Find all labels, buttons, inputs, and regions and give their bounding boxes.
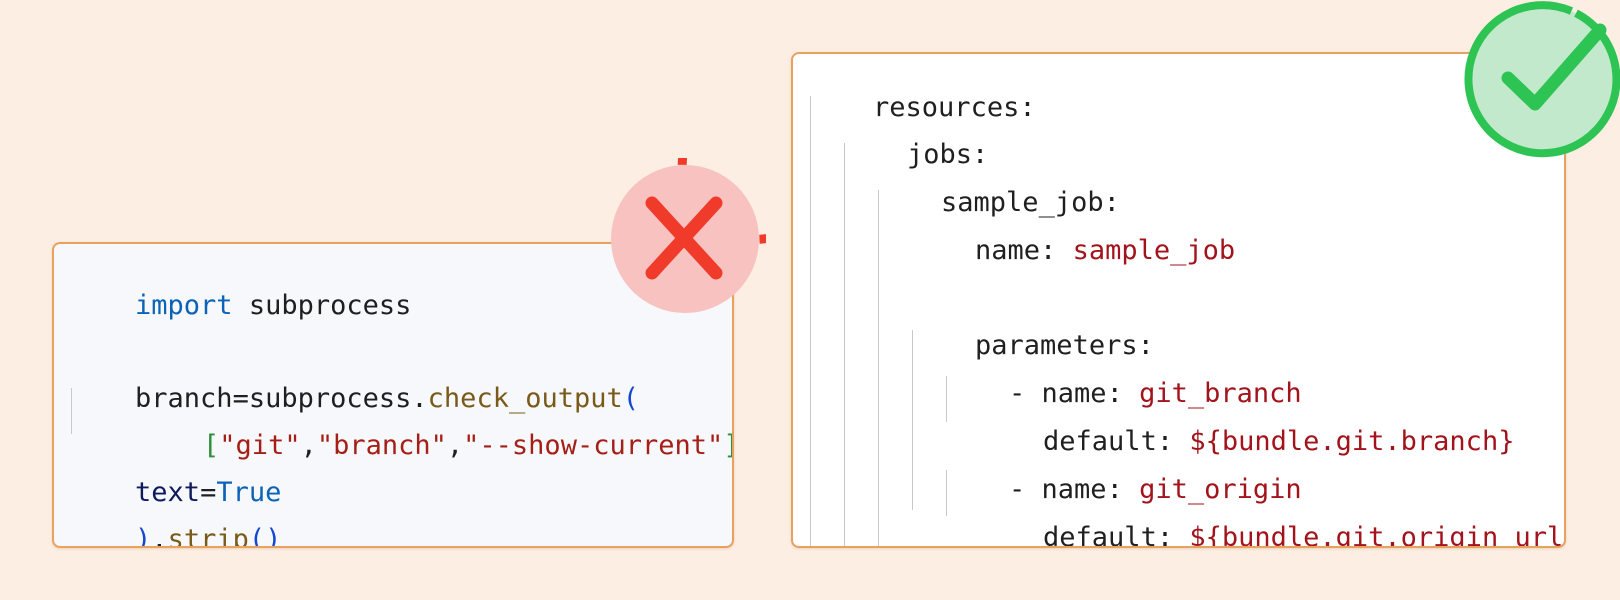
function-strip: strip xyxy=(167,524,249,548)
code-line-6: ).strip() xyxy=(70,486,282,548)
comma: , xyxy=(446,430,464,461)
yaml-value: ${bundle.git.origin_url} xyxy=(1189,522,1566,548)
keyword-import: import xyxy=(135,290,233,321)
x-mark-graphic xyxy=(611,86,835,313)
close-paren: ) xyxy=(135,524,152,548)
code-line-1: import subprocess xyxy=(70,252,411,360)
module-name: subprocess xyxy=(232,290,412,321)
string-show-current: "--show-current" xyxy=(463,430,724,461)
close-bracket: ] xyxy=(723,430,732,461)
comma: , xyxy=(300,430,317,461)
yaml-key: default: xyxy=(1043,522,1190,548)
open-paren: ( xyxy=(248,524,266,548)
yaml-line-4: name: sample_job xyxy=(910,197,1235,305)
yaml-key: name: xyxy=(975,235,1073,266)
string-branch: "branch" xyxy=(316,430,447,461)
check-mark-icon xyxy=(1460,0,1620,160)
close-paren: ) xyxy=(265,524,282,548)
yaml-code-panel: resources: jobs: sample_job: name: sampl… xyxy=(791,52,1566,548)
yaml-value: sample_job xyxy=(1072,235,1236,266)
check-mark-graphic xyxy=(1464,1,1620,158)
x-mark-icon xyxy=(604,86,835,320)
dot: . xyxy=(151,524,168,548)
indent-guide xyxy=(810,96,811,546)
yaml-line-10: default: ${bundle.git.origin_url} xyxy=(978,484,1566,548)
